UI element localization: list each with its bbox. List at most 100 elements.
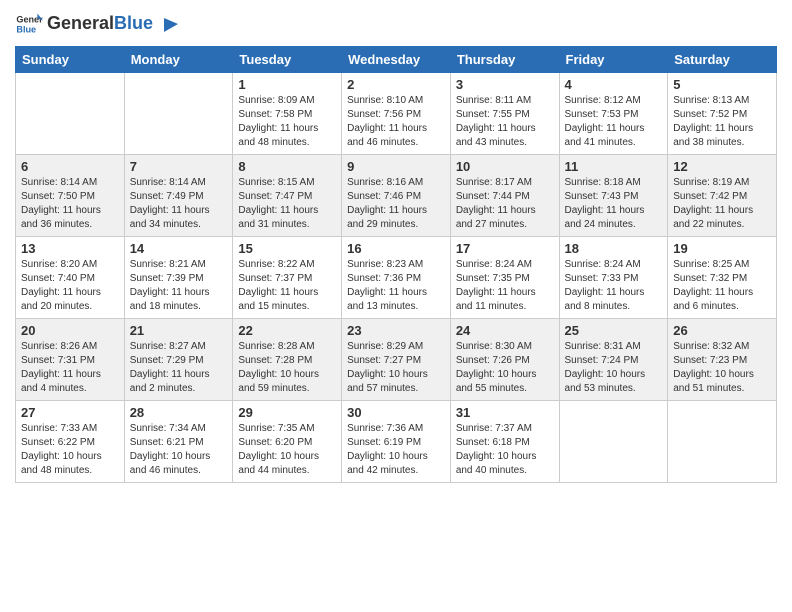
day-header-monday: Monday: [124, 47, 233, 73]
day-number: 9: [347, 159, 445, 174]
day-detail: Sunrise: 8:18 AM Sunset: 7:43 PM Dayligh…: [565, 176, 663, 232]
day-number: 14: [130, 241, 228, 256]
day-detail: Sunrise: 8:26 AM Sunset: 7:31 PM Dayligh…: [21, 340, 119, 396]
day-number: 6: [21, 159, 119, 174]
day-number: 7: [130, 159, 228, 174]
day-detail: Sunrise: 8:14 AM Sunset: 7:49 PM Dayligh…: [130, 176, 228, 232]
day-number: 13: [21, 241, 119, 256]
day-cell: 9 Sunrise: 8:16 AM Sunset: 7:46 PM Daylig…: [342, 155, 451, 237]
day-cell: [124, 73, 233, 155]
day-number: 2: [347, 77, 445, 92]
day-cell: 31 Sunrise: 7:37 AM Sunset: 6:18 PM Dayli…: [450, 401, 559, 483]
day-detail: Sunrise: 8:10 AM Sunset: 7:56 PM Dayligh…: [347, 94, 445, 150]
day-cell: 19 Sunrise: 8:25 AM Sunset: 7:32 PM Dayli…: [668, 237, 777, 319]
day-number: 25: [565, 323, 663, 338]
day-detail: Sunrise: 8:29 AM Sunset: 7:27 PM Dayligh…: [347, 340, 445, 396]
day-number: 28: [130, 405, 228, 420]
day-number: 24: [456, 323, 554, 338]
day-detail: Sunrise: 8:12 AM Sunset: 7:53 PM Dayligh…: [565, 94, 663, 150]
day-cell: 17Sunrise: 8:24 AM Sunset: 7:35 PM Dayli…: [450, 237, 559, 319]
day-detail: Sunrise: 8:24 AM Sunset: 7:35 PM Dayligh…: [456, 258, 554, 314]
day-cell: 4 Sunrise: 8:12 AM Sunset: 7:53 PM Daylig…: [559, 73, 668, 155]
day-detail: Sunrise: 7:37 AM Sunset: 6:18 PM Dayligh…: [456, 422, 554, 478]
day-number: 15: [238, 241, 336, 256]
day-cell: 30Sunrise: 7:36 AM Sunset: 6:19 PM Dayli…: [342, 401, 451, 483]
day-cell: 13 Sunrise: 8:20 AM Sunset: 7:40 PM Dayli…: [16, 237, 125, 319]
day-number: 18: [565, 241, 663, 256]
day-number: 19: [673, 241, 771, 256]
day-detail: Sunrise: 8:13 AM Sunset: 7:52 PM Dayligh…: [673, 94, 771, 150]
day-number: 31: [456, 405, 554, 420]
day-cell: 18 Sunrise: 8:24 AM Sunset: 7:33 PM Dayli…: [559, 237, 668, 319]
day-cell: 12Sunrise: 8:19 AM Sunset: 7:42 PM Dayli…: [668, 155, 777, 237]
day-number: 16: [347, 241, 445, 256]
day-detail: Sunrise: 8:28 AM Sunset: 7:28 PM Dayligh…: [238, 340, 336, 396]
day-header-tuesday: Tuesday: [233, 47, 342, 73]
day-number: 26: [673, 323, 771, 338]
day-cell: 11 Sunrise: 8:18 AM Sunset: 7:43 PM Dayli…: [559, 155, 668, 237]
day-detail: Sunrise: 8:16 AM Sunset: 7:46 PM Dayligh…: [347, 176, 445, 232]
day-number: 1: [238, 77, 336, 92]
day-cell: [16, 73, 125, 155]
logo-triangle-icon: [160, 14, 180, 34]
logo-text: GeneralBlue: [47, 14, 180, 34]
day-cell: 16 Sunrise: 8:23 AM Sunset: 7:36 PM Dayli…: [342, 237, 451, 319]
day-header-saturday: Saturday: [668, 47, 777, 73]
day-detail: Sunrise: 7:35 AM Sunset: 6:20 PM Dayligh…: [238, 422, 336, 478]
day-detail: Sunrise: 8:15 AM Sunset: 7:47 PM Dayligh…: [238, 176, 336, 232]
day-number: 21: [130, 323, 228, 338]
days-header-row: SundayMondayTuesdayWednesdayThursdayFrid…: [16, 47, 777, 73]
day-cell: 20 Sunrise: 8:26 AM Sunset: 7:31 PM Dayli…: [16, 319, 125, 401]
day-cell: 27 Sunrise: 7:33 AM Sunset: 6:22 PM Dayli…: [16, 401, 125, 483]
day-number: 20: [21, 323, 119, 338]
day-cell: 2 Sunrise: 8:10 AM Sunset: 7:56 PM Daylig…: [342, 73, 451, 155]
day-cell: 5 Sunrise: 8:13 AM Sunset: 7:52 PM Daylig…: [668, 73, 777, 155]
week-row-1: 6 Sunrise: 8:14 AM Sunset: 7:50 PM Daylig…: [16, 155, 777, 237]
day-detail: Sunrise: 7:34 AM Sunset: 6:21 PM Dayligh…: [130, 422, 228, 478]
day-detail: Sunrise: 8:24 AM Sunset: 7:33 PM Dayligh…: [565, 258, 663, 314]
day-number: 22: [238, 323, 336, 338]
svg-text:Blue: Blue: [16, 24, 36, 34]
day-cell: 26 Sunrise: 8:32 AM Sunset: 7:23 PM Dayli…: [668, 319, 777, 401]
day-detail: Sunrise: 8:14 AM Sunset: 7:50 PM Dayligh…: [21, 176, 119, 232]
logo: General Blue GeneralBlue: [15, 10, 180, 38]
day-header-wednesday: Wednesday: [342, 47, 451, 73]
day-cell: 23Sunrise: 8:29 AM Sunset: 7:27 PM Dayli…: [342, 319, 451, 401]
day-cell: 29Sunrise: 7:35 AM Sunset: 6:20 PM Dayli…: [233, 401, 342, 483]
day-cell: 7 Sunrise: 8:14 AM Sunset: 7:49 PM Daylig…: [124, 155, 233, 237]
day-detail: Sunrise: 8:27 AM Sunset: 7:29 PM Dayligh…: [130, 340, 228, 396]
day-number: 5: [673, 77, 771, 92]
week-row-3: 20 Sunrise: 8:26 AM Sunset: 7:31 PM Dayli…: [16, 319, 777, 401]
day-number: 27: [21, 405, 119, 420]
day-detail: Sunrise: 8:32 AM Sunset: 7:23 PM Dayligh…: [673, 340, 771, 396]
day-header-thursday: Thursday: [450, 47, 559, 73]
day-cell: 1Sunrise: 8:09 AM Sunset: 7:58 PM Daylig…: [233, 73, 342, 155]
day-detail: Sunrise: 8:20 AM Sunset: 7:40 PM Dayligh…: [21, 258, 119, 314]
day-detail: Sunrise: 8:30 AM Sunset: 7:26 PM Dayligh…: [456, 340, 554, 396]
day-detail: Sunrise: 8:11 AM Sunset: 7:55 PM Dayligh…: [456, 94, 554, 150]
day-cell: [668, 401, 777, 483]
day-cell: 8Sunrise: 8:15 AM Sunset: 7:47 PM Daylig…: [233, 155, 342, 237]
day-number: 4: [565, 77, 663, 92]
day-header-sunday: Sunday: [16, 47, 125, 73]
page: General Blue GeneralBlue SundayMondayTue…: [0, 0, 792, 612]
header: General Blue GeneralBlue: [15, 10, 777, 38]
day-detail: Sunrise: 8:22 AM Sunset: 7:37 PM Dayligh…: [238, 258, 336, 314]
day-number: 3: [456, 77, 554, 92]
day-cell: 28 Sunrise: 7:34 AM Sunset: 6:21 PM Dayli…: [124, 401, 233, 483]
day-detail: Sunrise: 7:33 AM Sunset: 6:22 PM Dayligh…: [21, 422, 119, 478]
day-number: 12: [673, 159, 771, 174]
day-cell: 25 Sunrise: 8:31 AM Sunset: 7:24 PM Dayli…: [559, 319, 668, 401]
day-header-friday: Friday: [559, 47, 668, 73]
week-row-0: 1Sunrise: 8:09 AM Sunset: 7:58 PM Daylig…: [16, 73, 777, 155]
day-detail: Sunrise: 8:31 AM Sunset: 7:24 PM Dayligh…: [565, 340, 663, 396]
day-detail: Sunrise: 8:25 AM Sunset: 7:32 PM Dayligh…: [673, 258, 771, 314]
day-cell: 6 Sunrise: 8:14 AM Sunset: 7:50 PM Daylig…: [16, 155, 125, 237]
day-number: 10: [456, 159, 554, 174]
day-cell: 14 Sunrise: 8:21 AM Sunset: 7:39 PM Dayli…: [124, 237, 233, 319]
day-detail: Sunrise: 8:23 AM Sunset: 7:36 PM Dayligh…: [347, 258, 445, 314]
day-number: 11: [565, 159, 663, 174]
day-cell: 3 Sunrise: 8:11 AM Sunset: 7:55 PM Daylig…: [450, 73, 559, 155]
day-detail: Sunrise: 8:21 AM Sunset: 7:39 PM Dayligh…: [130, 258, 228, 314]
day-cell: 21 Sunrise: 8:27 AM Sunset: 7:29 PM Dayli…: [124, 319, 233, 401]
